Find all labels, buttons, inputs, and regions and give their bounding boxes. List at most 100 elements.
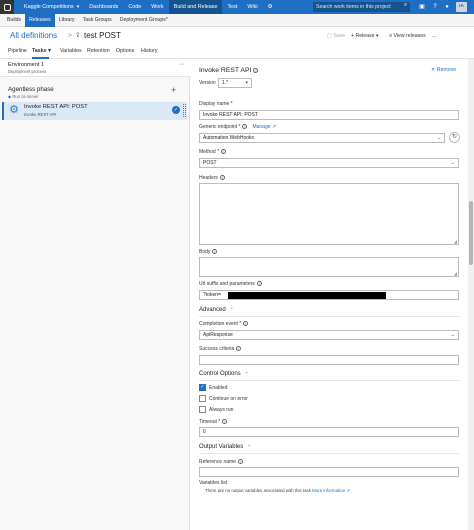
nav-test[interactable]: Test [222,0,242,14]
save-button[interactable]: ▢ Save [327,33,345,39]
tab-tasks[interactable]: Tasks ▾ [32,48,51,54]
info-icon[interactable]: i [236,346,242,352]
always-run-checkbox[interactable] [199,406,206,413]
process-pane: Environment 1 Deployment process ··· Age… [0,59,190,530]
more-icon[interactable]: ··· [178,61,185,68]
tab-retention[interactable]: Retention [87,48,110,54]
scrollbar-thumb[interactable] [469,201,473,265]
advanced-section-toggle[interactable]: Advanced ⌃ [199,307,233,313]
url-suffix-field[interactable]: ?token= [199,290,459,300]
nav-wiki[interactable]: Wiki [242,0,262,14]
refresh-icon[interactable]: ↻ [449,132,460,143]
generic-endpoint-select[interactable]: Automation WebHooks ⌄ [199,133,445,143]
task-item-invoke-rest-api[interactable]: ⚙ Invoke REST API: POST Invoke REST API … [2,102,187,120]
output-variables-toggle[interactable]: Output Variables ⌃ [199,444,251,450]
resize-handle-icon[interactable]: ◢ [454,239,457,244]
sub-nav: Builds Releases Library Task Groups Depl… [0,13,474,27]
page-title[interactable]: test POST [84,31,121,40]
search-icon[interactable]: ⌕ [401,0,410,10]
tab-history[interactable]: History [141,48,157,54]
enabled-checkbox[interactable]: ✓ [199,384,206,391]
nav-dashboards[interactable]: Dashboards [84,0,123,14]
headers-textarea[interactable]: ◢ [199,183,459,245]
nav-work[interactable]: Work [146,0,168,14]
release-button[interactable]: + Release ▾ [351,33,379,39]
environment-header[interactable]: Environment 1 Deployment process ··· [0,59,190,77]
add-task-icon[interactable]: + [171,85,176,95]
search-input[interactable]: Search work items in this project [313,2,410,12]
release-definition-icon: ⇪ [75,32,81,39]
info-icon[interactable]: i [237,459,243,465]
redacted-token [228,292,386,299]
marketplace-icon[interactable]: ▣ [418,3,426,11]
environment-title: Environment 1 [8,62,45,68]
tab-options[interactable]: Options [116,48,134,54]
more-actions-button[interactable]: ... [432,33,436,39]
avatar[interactable]: IA [456,2,467,12]
display-name-field[interactable]: Invoke REST API: POST [199,110,459,120]
chevron-down-icon: ⌄ [450,160,455,166]
info-icon[interactable]: i [253,67,259,73]
subnav-builds[interactable]: Builds [3,14,25,27]
completion-event-select[interactable]: ApiResponse ⌄ [199,330,459,340]
continue-on-error-label: Continue on error [209,396,248,402]
reference-name-label: Reference name i [199,459,243,465]
subnav-library[interactable]: Library [55,14,79,27]
gear-icon: ⚙ [9,104,19,116]
help-icon[interactable]: ? [431,3,439,11]
continue-on-error-checkbox[interactable] [199,395,206,402]
info-icon[interactable]: i [219,175,225,181]
task-subtitle: Invoke REST API [24,112,57,117]
completion-event-label: Completion event * i [199,321,249,327]
task-title: Invoke REST API: POST [24,104,88,110]
method-select[interactable]: POST ⌄ [199,158,459,168]
top-nav-bar: Kaggle Competitions ▾ Dashboards Code Wor… [0,0,474,14]
variables-list-label: Variables list [199,480,227,486]
version-label: Version [199,80,216,86]
info-icon[interactable]: i [221,149,227,155]
variables-note: There are no output variables associated… [205,488,351,493]
chevron-down-icon: ▾ [76,4,80,10]
definition-tabs: Pipeline Tasks ▾ Variables Retention Opt… [0,44,474,59]
view-releases-button[interactable]: ≡ View releases [389,33,426,39]
task-settings-pane: Invoke REST API i ✕ Remove Version 1.* ▾ D… [191,59,474,530]
info-icon[interactable]: i [212,249,218,255]
info-icon[interactable]: i [242,124,248,130]
subnav-deployment-groups[interactable]: Deployment Groups* [116,14,172,27]
body-textarea[interactable]: ◢ [199,257,459,277]
nav-build-and-release[interactable]: Build and Release [168,0,223,14]
chevron-down-icon: ⌄ [450,332,455,338]
info-icon[interactable]: i [243,321,249,327]
nav-code[interactable]: Code [123,0,146,14]
resize-handle-icon[interactable]: ◢ [454,271,457,276]
divider [199,316,459,317]
enabled-label: Enabled [209,385,228,391]
notifications-icon[interactable]: ● [443,3,451,11]
more-information-link[interactable]: More information ↗ [312,488,350,493]
info-icon[interactable]: i [222,419,228,425]
tab-pipeline[interactable]: Pipeline [8,48,27,54]
manage-link[interactable]: Manage ↗ [252,124,276,130]
generic-endpoint-label: Generic endpoint * i Manage ↗ [199,124,277,130]
remove-task-button[interactable]: ✕ Remove [431,67,456,73]
definition-title-bar: All definitions > ⇪ test POST ▢ Save + R… [0,27,474,44]
reference-name-field[interactable] [199,467,459,477]
vsts-logo-icon[interactable] [0,0,14,14]
subnav-releases[interactable]: Releases [25,13,55,27]
success-criteria-field[interactable] [199,355,459,365]
chevron-down-icon: ▾ [48,48,51,54]
tab-variables[interactable]: Variables [60,48,82,54]
info-icon[interactable]: i [256,281,262,287]
scrollbar[interactable] [468,59,474,530]
drag-handle-icon[interactable] [183,104,186,117]
phase-header[interactable]: Agentless phase ◆ Run on server + [0,85,190,100]
timeout-field[interactable]: 0 [199,427,459,437]
subnav-task-groups[interactable]: Task Groups [79,14,116,27]
project-selector[interactable]: Kaggle Competitions ▾ [14,4,84,10]
chevron-up-icon: ⌃ [229,307,234,312]
settings-gear-icon[interactable]: ⚙ [263,0,278,14]
control-options-toggle[interactable]: Control Options ⌃ [199,371,248,377]
environment-subtitle: Deployment process [8,69,47,74]
breadcrumb[interactable]: All definitions [10,31,57,40]
version-select[interactable]: 1.* ▾ [218,78,252,88]
